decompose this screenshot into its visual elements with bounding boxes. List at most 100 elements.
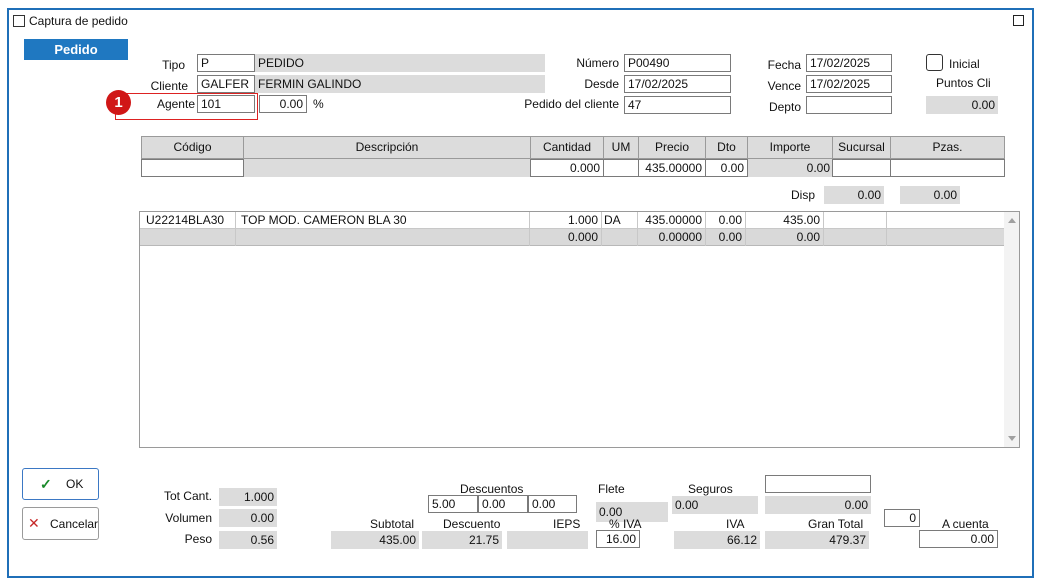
puntos-label: Puntos Cli (936, 76, 991, 90)
cell-descripcion (238, 229, 528, 246)
extra-blank-input[interactable] (765, 475, 871, 493)
col-divider (529, 212, 530, 246)
vence-input[interactable]: 17/02/2025 (806, 75, 892, 93)
cell-codigo (143, 229, 236, 246)
entry-dto[interactable]: 0.00 (705, 159, 748, 177)
seguros-value: 0.00 (672, 496, 758, 514)
cancel-button[interactable]: ✕ Cancelar (22, 507, 99, 540)
a-cuenta-small-input[interactable]: 0 (884, 509, 920, 527)
col-divider (823, 212, 824, 246)
descuento-1-input[interactable]: 5.00 (428, 495, 478, 513)
descuento-2-input[interactable]: 0.00 (478, 495, 528, 513)
cell-dto: 0.00 (718, 213, 742, 227)
cell-dto: 0.00 (718, 230, 742, 244)
scroll-up-icon[interactable] (1008, 218, 1016, 223)
descuento-label: Descuento (443, 517, 501, 531)
subtotal-value: 435.00 (331, 531, 419, 549)
close-icon: ✕ (28, 515, 40, 531)
depto-input[interactable] (806, 96, 892, 114)
col-codigo[interactable]: Código (141, 136, 244, 159)
col-descripcion[interactable]: Descripción (243, 136, 531, 159)
cell-um (601, 229, 637, 246)
col-divider (886, 212, 887, 246)
seguros-label: Seguros (688, 482, 733, 496)
scroll-down-icon[interactable] (1008, 436, 1016, 441)
iva-label: IVA (726, 517, 745, 531)
cell-precio: 0.00000 (658, 230, 702, 244)
items-table[interactable]: U22214BLA30 TOP MOD. CAMERON BLA 30 1.00… (139, 211, 1020, 448)
table-row[interactable]: U22214BLA30 TOP MOD. CAMERON BLA 30 1.00… (140, 212, 1004, 229)
cell-cantidad: 0.000 (567, 230, 598, 244)
col-divider (637, 212, 638, 246)
cell-importe: 435.00 (783, 213, 820, 227)
col-sucursal[interactable]: Sucursal (832, 136, 891, 159)
subtotal-label: Subtotal (370, 517, 415, 531)
col-um[interactable]: UM (603, 136, 639, 159)
descuento-3-input[interactable]: 0.00 (528, 495, 577, 513)
depto-label: Depto (768, 100, 801, 114)
disp-value-1: 0.00 (824, 186, 884, 204)
cancel-label: Cancelar (50, 517, 99, 531)
check-icon: ✓ (40, 476, 52, 492)
fecha-label: Fecha (767, 58, 801, 72)
pedido-cliente-input[interactable]: 47 (624, 96, 731, 114)
vertical-scrollbar[interactable] (1004, 212, 1019, 447)
flete-label: Flete (598, 482, 625, 496)
col-importe[interactable]: Importe (747, 136, 833, 159)
entry-um[interactable] (603, 159, 639, 177)
agente-label: Agente (156, 97, 195, 111)
cliente-code-input[interactable]: GALFER (197, 75, 255, 93)
agente-pct-input[interactable]: 0.00 (259, 95, 307, 113)
maximize-icon[interactable] (1013, 15, 1024, 26)
volumen-value: 0.00 (219, 509, 277, 527)
a-cuenta-label: A cuenta (942, 517, 989, 531)
cell-um: DA (604, 213, 621, 227)
desde-input[interactable]: 17/02/2025 (624, 75, 731, 93)
entry-pzas[interactable] (890, 159, 1005, 177)
disp-value-2: 0.00 (900, 186, 960, 204)
table-row[interactable]: 0.000 0.00000 0.00 0.00 (140, 229, 1004, 246)
ok-label: OK (66, 477, 84, 491)
entry-precio[interactable]: 435.00000 (638, 159, 706, 177)
inicial-checkbox[interactable] (926, 54, 943, 71)
descuento-value: 21.75 (422, 531, 502, 549)
puntos-value: 0.00 (926, 96, 998, 114)
numero-input[interactable]: P00490 (624, 54, 731, 72)
entry-sucursal[interactable] (832, 159, 891, 177)
vence-label: Vence (767, 79, 801, 93)
tipo-code-input[interactable]: P (197, 54, 255, 72)
cell-descripcion: TOP MOD. CAMERON BLA 30 (241, 213, 407, 227)
a-cuenta-input[interactable]: 0.00 (919, 530, 998, 548)
pct-iva-label: % IVA (609, 517, 642, 531)
col-precio[interactable]: Precio (638, 136, 706, 159)
ieps-label: IEPS (553, 517, 581, 531)
extra-value: 0.00 (765, 496, 871, 514)
iva-value: 66.12 (674, 531, 760, 549)
cell-codigo: U22214BLA30 (146, 213, 225, 227)
col-pzas[interactable]: Pzas. (890, 136, 1005, 159)
tipo-desc: PEDIDO (255, 54, 545, 72)
entry-cantidad[interactable]: 0.000 (530, 159, 604, 177)
col-divider (235, 212, 236, 246)
ieps-value (507, 531, 588, 549)
tot-cant-label: Tot Cant. (163, 489, 212, 503)
window-title: Captura de pedido (29, 14, 128, 28)
col-cantidad[interactable]: Cantidad (530, 136, 604, 159)
entry-importe: 0.00 (748, 159, 833, 177)
col-dto[interactable]: Dto (705, 136, 748, 159)
ok-button[interactable]: ✓ OK (22, 468, 99, 500)
col-divider (705, 212, 706, 246)
tab-pedido[interactable]: Pedido (24, 39, 128, 60)
tot-cant-value: 1.000 (219, 488, 277, 506)
window-checkbox[interactable] (13, 15, 25, 27)
step-badge: 1 (106, 90, 131, 115)
volumen-label: Volumen (165, 511, 212, 525)
gran-total-value: 479.37 (765, 531, 869, 549)
pedido-cliente-label: Pedido del cliente (524, 97, 619, 111)
pct-iva-input[interactable]: 16.00 (596, 530, 640, 548)
col-divider (601, 212, 602, 246)
agente-input[interactable]: 101 (197, 95, 255, 113)
fecha-input[interactable]: 17/02/2025 (806, 54, 892, 72)
entry-codigo[interactable] (141, 159, 244, 177)
peso-label: Peso (184, 532, 212, 546)
